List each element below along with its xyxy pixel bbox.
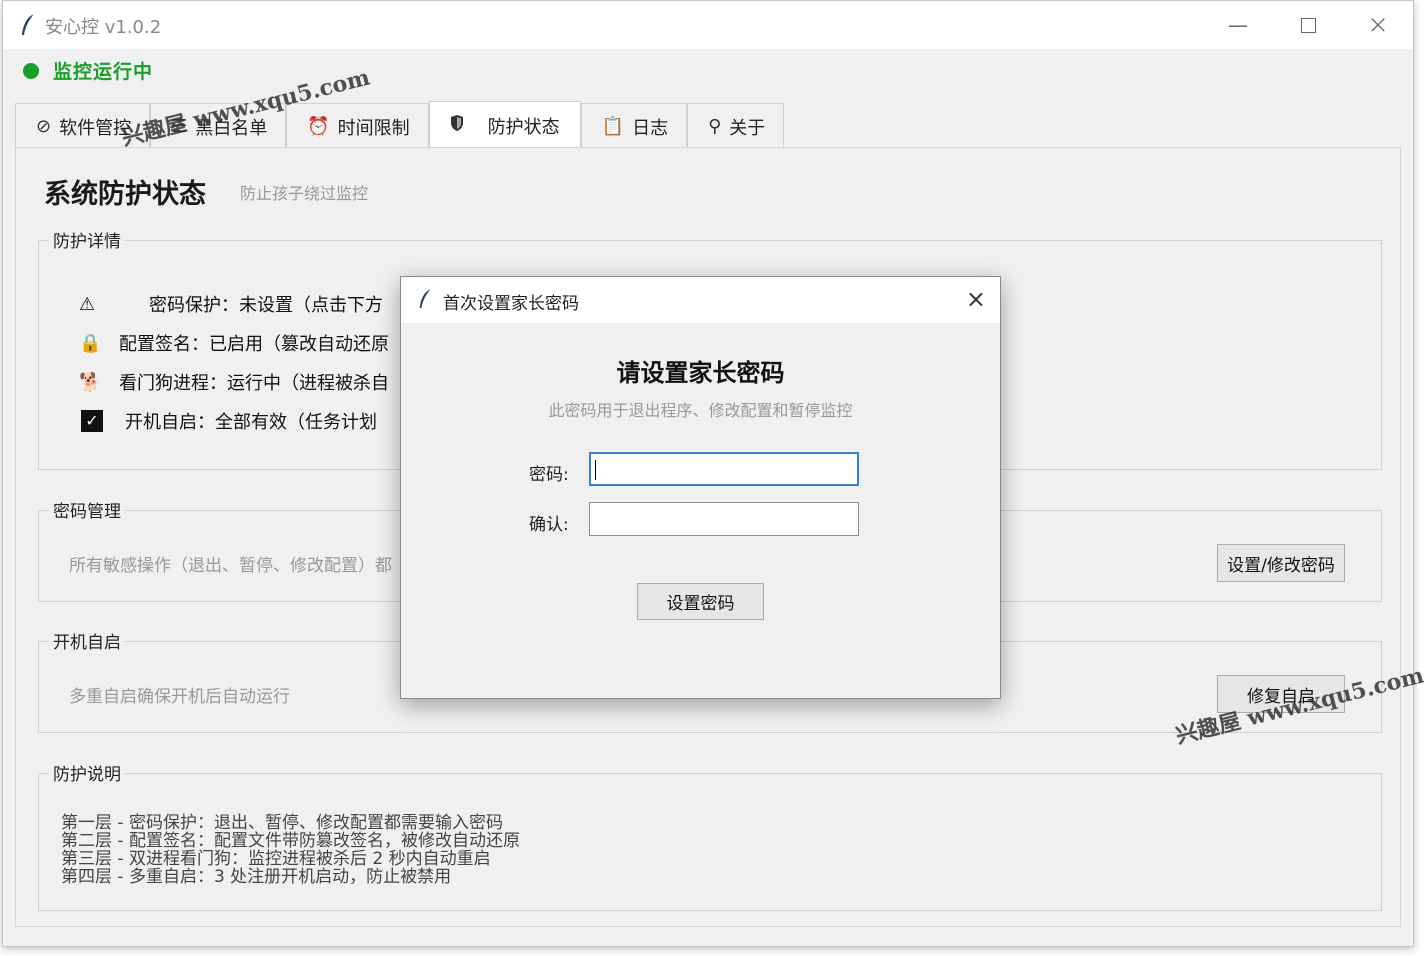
tab-about[interactable]: ⚲ 关于	[687, 103, 785, 149]
warning-icon: ⚠	[79, 293, 96, 315]
no-entry-icon: ⊘	[36, 116, 52, 137]
group-label: 密码管理	[49, 497, 125, 522]
explanation-line: 第四层 - 多重自启：3 处注册开机启动，防止被禁用	[61, 867, 452, 887]
group-label: 防护说明	[49, 760, 125, 785]
dialog-title: 首次设置家长密码	[443, 294, 579, 314]
password-desc: 所有敏感操作（退出、暂停、修改配置）都	[69, 556, 392, 576]
explanation-text: 第一层 - 密码保护：退出、暂停、修改配置都需要输入密码 第二层 - 配置签名：…	[61, 814, 520, 886]
alarm-clock-icon: ⏰	[307, 116, 330, 137]
clipboard-icon: 📋	[601, 116, 625, 137]
detail-autostart: ✓ 开机自启：全部有效（任务计划	[81, 408, 377, 434]
dialog-heading: 请设置家长密码	[616, 358, 785, 387]
page-title: 系统防护状态	[44, 179, 206, 210]
explanation-line: 第二层 - 配置签名：配置文件带防篡改签名，被修改自动还原	[61, 831, 520, 851]
group-label: 开机自启	[49, 628, 125, 653]
minimize-button[interactable]: —	[1203, 1, 1273, 49]
pin-icon: ⚲	[708, 116, 722, 137]
tab-label: 关于	[729, 117, 766, 139]
tab-label: 防护状态	[487, 116, 560, 138]
maximize-icon	[1300, 17, 1316, 33]
tab-log[interactable]: 📋 日志	[580, 103, 688, 149]
group-label: 防护详情	[49, 227, 125, 252]
dialog-subtitle: 此密码用于退出程序、修改配置和暂停监控	[548, 401, 853, 420]
close-icon: ×	[965, 285, 986, 313]
status-text: 监控运行中	[53, 61, 154, 83]
password-label: 密码:	[529, 465, 569, 485]
close-button[interactable]: ×	[1343, 1, 1413, 49]
set-password-dialog: 首次设置家长密码 × 请设置家长密码 此密码用于退出程序、修改配置和暂停监控 密…	[400, 276, 1001, 699]
tab-label: 日志	[632, 117, 669, 139]
submit-password-button[interactable]: 设置密码	[637, 583, 764, 620]
detail-watchdog: 🐕 看门狗进程：运行中（进程被杀自	[79, 371, 389, 395]
dog-icon: 🐕	[79, 371, 102, 393]
lock-icon: 🔒	[79, 332, 102, 354]
checkbox-icon: ✓	[81, 410, 103, 432]
password-input[interactable]	[589, 452, 859, 486]
dialog-title-bar: 首次设置家长密码 ×	[401, 277, 1000, 323]
close-icon: ×	[1367, 10, 1389, 40]
autostart-desc: 多重自启确保开机后自动运行	[69, 687, 290, 707]
detail-signature: 🔒 配置签名：已启用（篡改自动还原	[79, 332, 389, 356]
detail-password: ⚠ 密码保护：未设置（点击下方	[79, 293, 383, 317]
set-password-button[interactable]: 设置/修改密码	[1217, 544, 1345, 582]
minimize-icon: —	[1228, 13, 1248, 37]
page-subtitle: 防止孩子绕过监控	[240, 184, 369, 203]
confirm-label: 确认:	[529, 515, 569, 535]
title-bar: 安心控 v1.0.2 — ×	[3, 1, 1413, 49]
feather-icon	[419, 289, 431, 308]
tab-protection-status[interactable]: 防护状态	[428, 101, 581, 149]
feather-icon	[22, 13, 35, 35]
explanation-line: 第一层 - 密码保护：退出、暂停、修改配置都需要输入密码	[61, 813, 503, 833]
explanation-group: 防护说明 第一层 - 密码保护：退出、暂停、修改配置都需要输入密码 第二层 - …	[38, 760, 1382, 911]
maximize-button[interactable]	[1273, 1, 1343, 49]
tab-label: 时间限制	[337, 117, 410, 139]
tab-time-limit[interactable]: ⏰ 时间限制	[286, 103, 429, 149]
shield-icon	[450, 114, 464, 137]
dialog-close-button[interactable]: ×	[966, 285, 986, 313]
confirm-password-input[interactable]	[589, 502, 859, 536]
status-dot-icon	[23, 62, 39, 79]
text-caret	[595, 460, 596, 480]
explanation-line: 第三层 - 双进程看门狗：监控进程被杀后 2 秒内自动重启	[61, 849, 491, 869]
monitor-status: 监控运行中	[23, 57, 153, 84]
window-title: 安心控 v1.0.2	[45, 17, 162, 38]
